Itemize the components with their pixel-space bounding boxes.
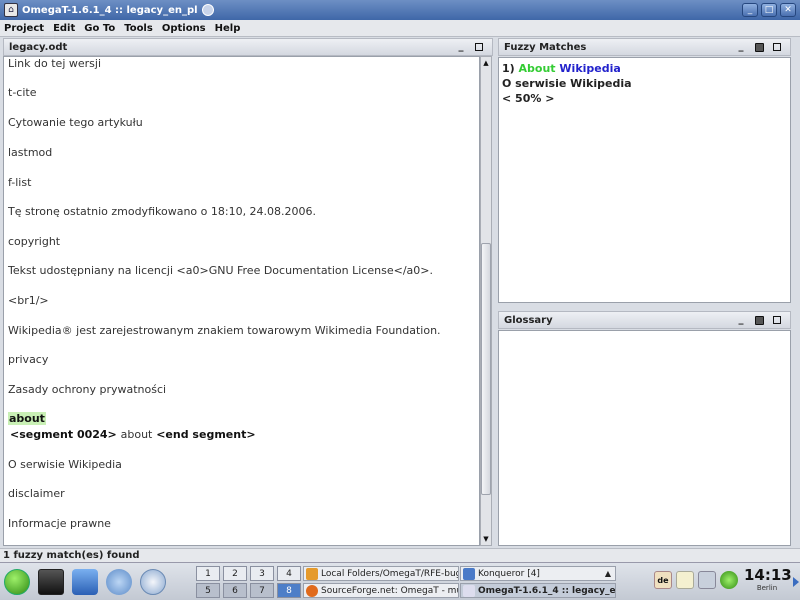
fuzzy-match-source[interactable]: 1) About Wikipedia <box>502 62 621 75</box>
glossary-maximize-button[interactable] <box>773 316 781 324</box>
taskbar-task-firefox[interactable]: SourceForge.net: OmegaT - mu <box>303 583 459 598</box>
fuzzy-pane-title: Fuzzy Matches <box>504 41 587 53</box>
update-notifier-icon[interactable] <box>720 571 738 589</box>
taskbar-task-konqueror[interactable]: Konqueror [4] ▲ <box>460 566 616 581</box>
fuzzy-match-translation[interactable]: O serwisie Wikipedia <box>502 77 632 90</box>
group-dropdown-icon[interactable]: ▲ <box>605 567 611 580</box>
omegat-icon <box>463 585 475 597</box>
fuzzy-match-score: < 50% > <box>502 92 555 105</box>
segment-text[interactable]: Zasady ochrony prywatności <box>8 383 166 396</box>
segment-text[interactable]: O serwisie Wikipedia <box>8 458 122 471</box>
fuzzy-pane-header: Fuzzy Matches _ <box>498 38 791 56</box>
menu-goto[interactable]: Go To <box>84 23 115 34</box>
translation-input[interactable]: about <box>121 428 153 441</box>
editor-maximize-button[interactable] <box>475 43 483 51</box>
home-folder-icon[interactable] <box>72 569 98 595</box>
maximize-window-button[interactable]: □ <box>761 3 777 17</box>
segment-text[interactable]: lastmod <box>8 146 52 159</box>
panel-hide-arrow-icon[interactable] <box>793 577 799 587</box>
terminal-icon[interactable] <box>38 569 64 595</box>
desktop-4[interactable]: 4 <box>277 566 301 581</box>
scrollbar-thumb[interactable] <box>481 243 491 495</box>
minimize-window-button[interactable]: _ <box>742 3 758 17</box>
firefox-icon <box>306 585 318 597</box>
network-icon[interactable] <box>106 569 132 595</box>
status-bar: 1 fuzzy match(es) found <box>0 548 800 562</box>
editor-pane[interactable]: Link do tej wersji t-cite Cytowanie tego… <box>3 56 480 546</box>
glossary-pane-header: Glossary _ <box>498 311 791 329</box>
glossary-pane[interactable] <box>498 330 791 546</box>
desktop-2[interactable]: 2 <box>223 566 247 581</box>
segment-text[interactable]: Link do tej wersji <box>8 57 101 70</box>
window-title: OmegaT-1.6.1_4 :: legacy_en_pl <box>22 4 198 16</box>
kde-menu-icon[interactable] <box>4 569 30 595</box>
match-word-differing: About <box>518 62 556 75</box>
glossary-pane-title: Glossary <box>504 314 553 326</box>
segment-text[interactable]: Informacje prawne <box>8 517 111 530</box>
menu-options[interactable]: Options <box>162 23 206 34</box>
menu-help[interactable]: Help <box>215 23 241 34</box>
mail-icon <box>306 568 318 580</box>
menu-bar: Project Edit Go To Tools Options Help <box>0 20 800 37</box>
menu-tools[interactable]: Tools <box>124 23 153 34</box>
tray-app-icon[interactable] <box>698 571 716 589</box>
segment-text[interactable]: Wikipedia® jest zarejestrowanym znakiem … <box>8 324 441 337</box>
match-word-equal: Wikipedia <box>559 62 621 75</box>
task-label: Local Folders/OmegaT/RFE-bugs <box>321 569 459 579</box>
system-tray: de <box>654 571 738 589</box>
glossary-minimize-button[interactable]: _ <box>733 314 749 326</box>
desktop-7[interactable]: 7 <box>250 583 274 598</box>
clock-timezone: Berlin <box>756 584 778 592</box>
desktop-5[interactable]: 5 <box>196 583 220 598</box>
taskbar-task-mail[interactable]: Local Folders/OmegaT/RFE-bugs <box>303 566 459 581</box>
segment-end-marker: <end segment> <box>156 428 256 441</box>
desktop-1[interactable]: 1 <box>196 566 220 581</box>
desktop-6[interactable]: 6 <box>223 583 247 598</box>
omegat-app-icon[interactable]: ⌂ <box>4 3 18 17</box>
desktop-pager: 1 2 3 4 5 6 7 8 <box>196 566 301 598</box>
segment-start-marker: <segment 0024> <box>10 428 117 441</box>
fuzzy-undock-button[interactable] <box>755 42 764 52</box>
match-index: 1) <box>502 62 515 75</box>
scroll-down-arrow[interactable]: ▼ <box>481 533 491 545</box>
segment-text[interactable]: <br1/> <box>8 294 49 307</box>
glossary-undock-button[interactable] <box>755 315 764 325</box>
editor-minimize-button[interactable]: _ <box>453 41 469 53</box>
segment-text[interactable]: t-cite <box>8 86 36 99</box>
editor-scrollbar[interactable]: ▲ ▼ <box>480 56 492 546</box>
desktop-3[interactable]: 3 <box>250 566 274 581</box>
task-label: Konqueror [4] <box>478 569 540 579</box>
desktop-8[interactable]: 8 <box>277 583 301 598</box>
active-segment-source: about <box>8 412 46 425</box>
active-segment-target[interactable]: <segment 0024> about <end segment> <box>10 428 256 441</box>
close-window-button[interactable]: ✕ <box>780 3 796 17</box>
menu-edit[interactable]: Edit <box>53 23 75 34</box>
menu-project[interactable]: Project <box>4 23 44 34</box>
konqueror-icon <box>463 568 475 580</box>
keyboard-layout-icon[interactable]: de <box>654 571 672 589</box>
segment-text[interactable]: privacy <box>8 353 48 366</box>
editor-pane-header: legacy.odt _ <box>3 38 493 56</box>
sticky-pin-icon[interactable] <box>201 4 214 16</box>
taskbar-task-omegat[interactable]: OmegaT-1.6.1_4 :: legacy_en_pl <box>460 583 616 598</box>
segment-text[interactable]: Cytowanie tego artykułu <box>8 116 143 129</box>
segment-text[interactable]: copyright <box>8 235 60 248</box>
kde-taskbar: 1 2 3 4 5 6 7 8 Local Folders/OmegaT/RFE… <box>0 562 800 600</box>
task-label: SourceForge.net: OmegaT - mu <box>321 586 459 596</box>
fuzzy-matches-pane[interactable]: 1) About Wikipedia O serwisie Wikipedia … <box>498 57 791 303</box>
klipper-icon[interactable] <box>676 571 694 589</box>
web-browser-icon[interactable] <box>140 569 166 595</box>
task-label: OmegaT-1.6.1_4 :: legacy_en_pl <box>478 586 616 596</box>
segment-text[interactable]: disclaimer <box>8 487 65 500</box>
fuzzy-minimize-button[interactable]: _ <box>733 41 749 53</box>
segment-text[interactable]: f-list <box>8 176 31 189</box>
clock-time: 14:13 <box>744 566 792 584</box>
scroll-up-arrow[interactable]: ▲ <box>481 57 491 69</box>
fuzzy-maximize-button[interactable] <box>773 43 781 51</box>
clock[interactable]: 14:13 Berlin <box>744 566 792 592</box>
segment-text[interactable]: Tę stronę ostatnio zmodyfikowano o 18:10… <box>8 205 316 218</box>
editor-pane-title: legacy.odt <box>9 41 68 53</box>
window-title-bar[interactable]: ⌂ OmegaT-1.6.1_4 :: legacy_en_pl _ □ ✕ <box>0 0 800 20</box>
segment-text[interactable]: Tekst udostępniany na licencji <a0>GNU F… <box>8 264 433 277</box>
